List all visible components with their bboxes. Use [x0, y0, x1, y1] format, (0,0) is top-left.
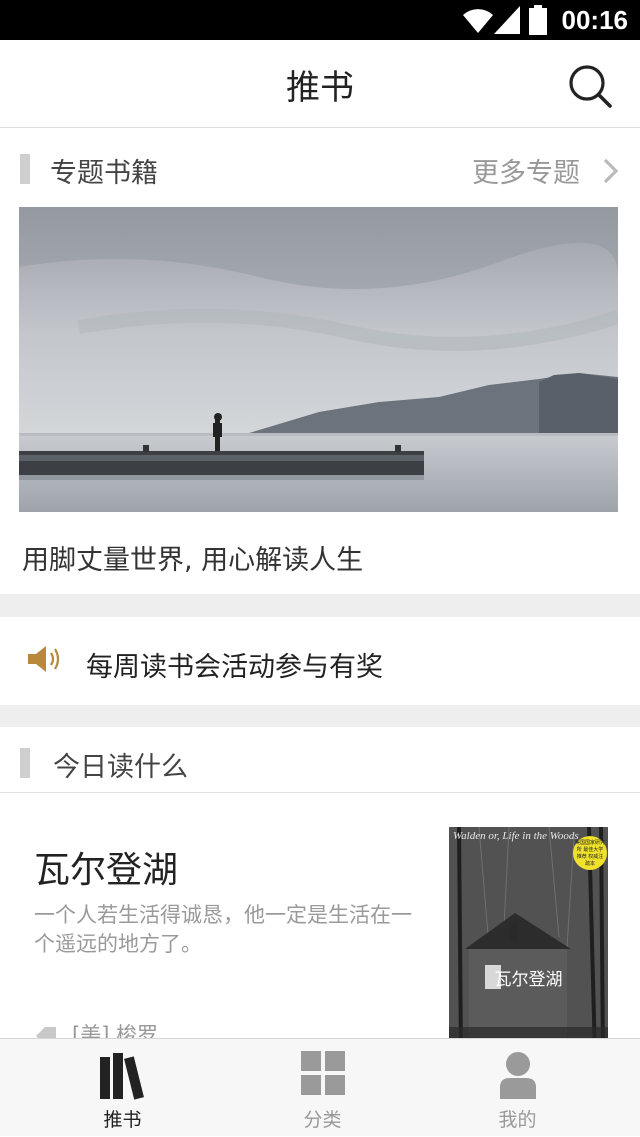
speaker-icon [28, 646, 60, 672]
today-section-title: 今日读什么 [53, 752, 188, 783]
section-accent-bar [20, 748, 30, 778]
book-cover[interactable]: Walden or, Life in the Woods 美国国家研究所 最佳大… [449, 827, 608, 1038]
tab-mine[interactable]: 我的 [411, 1039, 624, 1137]
section-gap [0, 705, 640, 727]
cover-badge: 美国国家研究所 最佳大学推荐 权威注疏本 [575, 840, 606, 867]
lake-pier-illustration [19, 207, 618, 512]
book-description: 一个人若生活得诚恳，他一定是生活在一个遥远的地方了。 [34, 903, 412, 956]
books-icon [99, 1053, 144, 1100]
book-author-name: [美] 梭罗 [72, 1023, 159, 1038]
tab-category[interactable]: 分类 [216, 1039, 429, 1137]
book-title: 瓦尔登湖 [34, 850, 179, 891]
tab-label: 推书 [103, 1109, 142, 1131]
status-time: 00:16 [561, 5, 629, 35]
today-section-header: 今日读什么 [0, 727, 640, 792]
book-author: [美] 梭罗 [34, 1019, 158, 1038]
tab-label: 分类 [303, 1109, 342, 1131]
battery-icon [529, 5, 547, 35]
notice-row[interactable]: 每周读书会活动参与有奖 [0, 617, 640, 705]
tab-label: 我的 [498, 1109, 537, 1131]
chevron-right-icon[interactable] [602, 157, 620, 185]
tag-icon [36, 1027, 56, 1038]
topic-caption[interactable]: 用脚丈量世界, 用心解读人生 [22, 538, 363, 577]
topic-banner-image[interactable] [19, 207, 618, 512]
topics-section-header: 专题书籍 更多专题 [0, 129, 640, 209]
grid-icon [300, 1051, 345, 1095]
section-gap [0, 594, 640, 617]
book-card[interactable]: 瓦尔登湖 一个人若生活得诚恳，他一定是生活在一个遥远的地方了。 [美] 梭罗 W… [0, 793, 640, 1038]
search-icon[interactable] [566, 62, 614, 110]
bottom-tab-bar: 推书 分类 我的 [0, 1038, 640, 1136]
notice-text: 每周读书会活动参与有奖 [86, 652, 383, 683]
page-title: 推书 [286, 68, 354, 108]
app-header: 推书 [0, 40, 640, 128]
tab-recommend[interactable]: 推书 [16, 1039, 229, 1137]
cover-title-cn: 瓦尔登湖 [494, 970, 563, 990]
more-topics-link[interactable]: 更多专题 [472, 151, 580, 190]
topics-section-title: 专题书籍 [50, 158, 158, 189]
user-icon [499, 1052, 536, 1099]
section-accent-bar [20, 154, 30, 184]
wifi-icon [463, 9, 493, 33]
signal-icon [494, 6, 520, 34]
status-bar: 00:16 [0, 0, 640, 40]
